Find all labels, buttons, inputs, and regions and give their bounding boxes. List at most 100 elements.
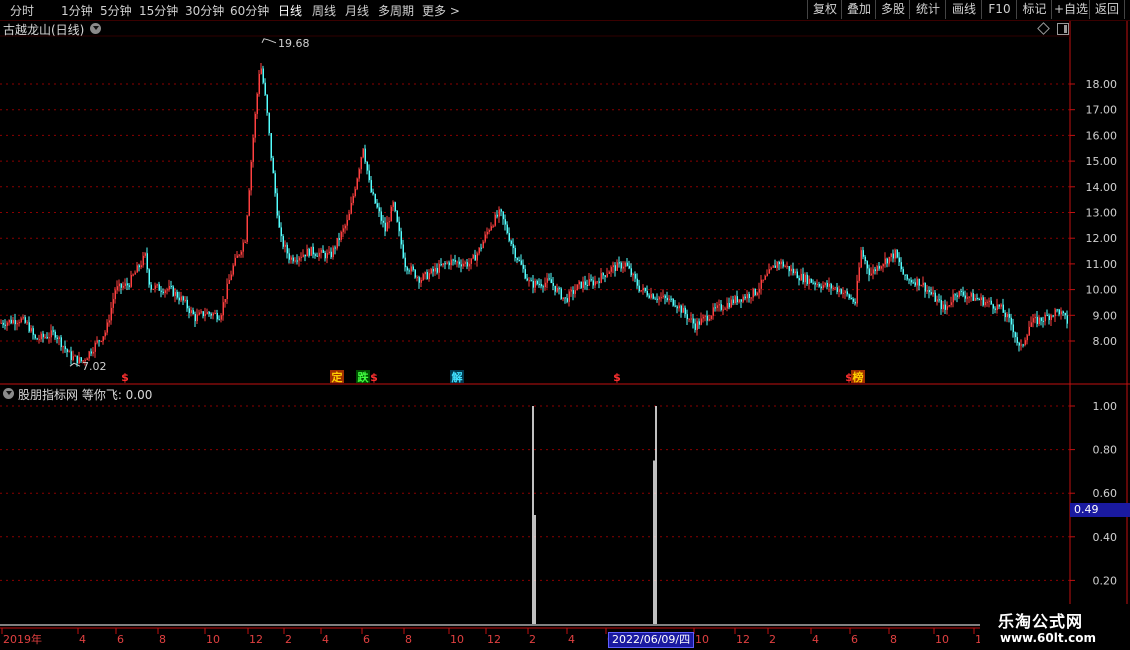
period-tab-multi[interactable]: 多周期 (378, 2, 414, 19)
high-price-pointer (261, 38, 277, 44)
period-tab-60min[interactable]: 60分钟 (230, 2, 269, 19)
candle-body (456, 261, 458, 263)
candle-body (510, 240, 512, 245)
period-tab-1min[interactable]: 1分钟 (61, 2, 93, 19)
candle-body (640, 290, 642, 292)
candle-body (574, 290, 576, 294)
period-tab-weekly[interactable]: 周线 (312, 2, 336, 19)
candle-body (426, 272, 428, 280)
candle-body (468, 264, 470, 267)
candle-body (736, 296, 738, 303)
candle-body (744, 296, 746, 299)
candle-body (386, 222, 388, 232)
candle-body (628, 265, 630, 269)
chevron-down-icon[interactable] (90, 23, 101, 34)
candle-body (152, 288, 154, 290)
candle-body (606, 273, 608, 277)
mark-button[interactable]: 标记 (1016, 0, 1052, 19)
candle-body (460, 264, 462, 267)
candle-body (982, 297, 984, 306)
candle-body (496, 214, 498, 217)
candle-body (128, 285, 130, 287)
candle-body (342, 228, 344, 232)
period-tab-daily[interactable]: 日线 (278, 2, 302, 19)
candle-body (600, 273, 602, 283)
candle-body (808, 278, 810, 284)
candle-body (488, 230, 490, 232)
candle-body (700, 318, 702, 325)
watermark-title: 乐淘公式网 (998, 612, 1084, 631)
candle-body (742, 296, 744, 302)
period-tab-monthly[interactable]: 月线 (345, 2, 369, 19)
candle-body (494, 214, 496, 226)
candle-body (914, 282, 916, 286)
candle-body (268, 112, 270, 134)
overlay-button[interactable]: 叠加 (841, 0, 876, 19)
add-favorite-button[interactable]: +自选 (1051, 0, 1090, 19)
statistics-button[interactable]: 统计 (909, 0, 946, 19)
candle-body (776, 261, 778, 268)
candle-body (556, 287, 558, 292)
f10-button[interactable]: F10 (981, 0, 1017, 19)
time-tick-label: 12 (249, 633, 263, 646)
stock-chart[interactable]: 18.00 17.00 16.00 15.00 14.00 13.00 12.00 11.00… (0, 0, 1130, 650)
candle-body (644, 287, 646, 291)
candle-body (928, 289, 930, 293)
candle-body (300, 256, 302, 258)
candle-body (350, 202, 352, 214)
candle-body (68, 351, 70, 353)
candle-body (652, 294, 654, 299)
candle-body (906, 274, 908, 280)
candle-body (646, 290, 648, 296)
candle-body (314, 254, 316, 256)
candle-body (244, 241, 246, 243)
candle-body (986, 301, 988, 303)
candle-body (288, 253, 290, 260)
candle-body (276, 193, 278, 216)
candle-body (984, 301, 986, 306)
indicator-chevron-down-icon[interactable] (3, 388, 14, 399)
candle-body (622, 266, 624, 269)
back-button[interactable]: 返回 (1089, 0, 1125, 19)
period-tab-30min[interactable]: 30分钟 (185, 2, 224, 19)
candle-body (1026, 335, 1028, 341)
candle-body (338, 238, 340, 240)
cursor-date-label: 2022/06/09/四 (608, 632, 695, 648)
time-tick-label: 2 (529, 633, 536, 646)
candle-body (612, 265, 614, 268)
candle-body (962, 291, 964, 296)
candle-body (976, 297, 978, 299)
candle-body (42, 333, 44, 338)
candle-body (356, 178, 358, 190)
candle-body (420, 280, 422, 283)
candle-body (570, 290, 572, 292)
candle-body (294, 260, 296, 262)
candle-body (690, 318, 692, 320)
candle-body (44, 336, 46, 338)
candle-body (954, 294, 956, 296)
candle-body (1002, 304, 1004, 313)
period-tab-5min[interactable]: 5分钟 (100, 2, 132, 19)
candle-body (38, 339, 40, 341)
panel-layout-icon[interactable] (1057, 23, 1069, 35)
period-tab-more[interactable]: 更多 > (422, 2, 460, 19)
rights-adjust-button[interactable]: 复权 (807, 0, 842, 19)
candle-body (662, 295, 664, 298)
price-tick-label: 16.00 (1086, 129, 1118, 142)
candle-body (666, 297, 668, 301)
multi-stock-button[interactable]: 多股 (875, 0, 910, 19)
period-tab-15min[interactable]: 15分钟 (139, 2, 178, 19)
candle-body (246, 215, 248, 242)
candle-body (428, 273, 430, 280)
candle-body (768, 269, 770, 274)
draw-line-button[interactable]: 画线 (945, 0, 982, 19)
candle-body (708, 318, 710, 321)
candle-body (712, 307, 714, 316)
candle-body (532, 280, 534, 288)
candle-body (1018, 342, 1020, 346)
time-tick-label: 6 (851, 633, 858, 646)
candle-body (940, 300, 942, 310)
period-tab-intraday[interactable]: 分时 (10, 2, 34, 19)
candle-body (638, 285, 640, 292)
candle-body (828, 283, 830, 287)
